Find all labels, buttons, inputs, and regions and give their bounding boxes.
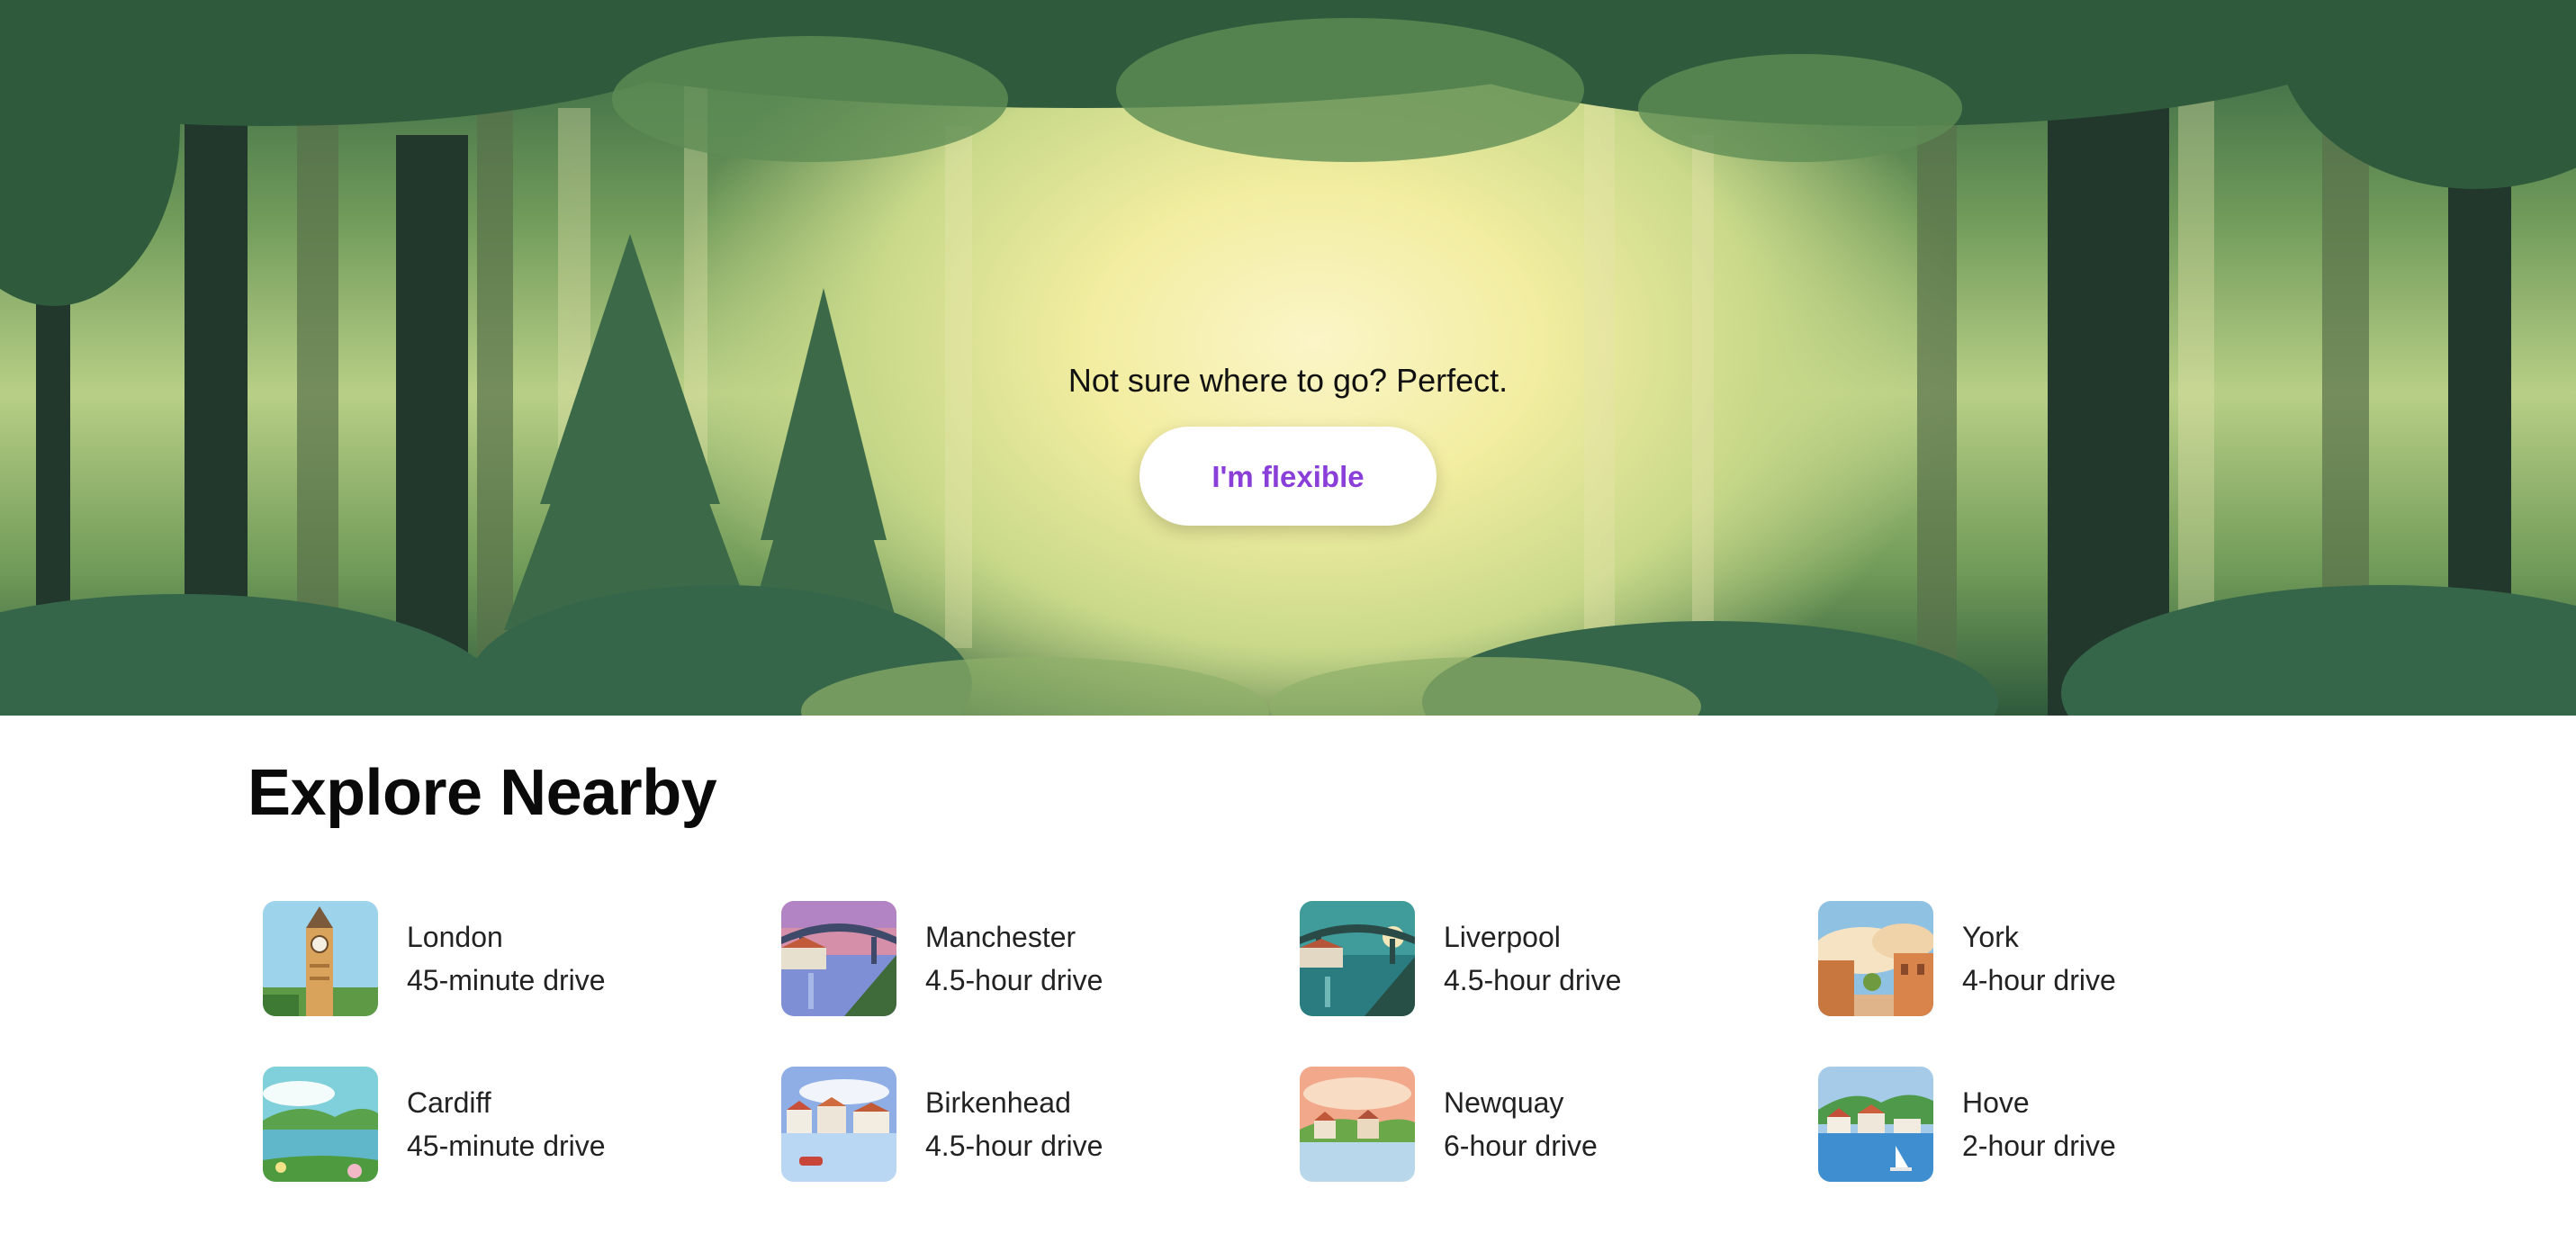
destination-text: Liverpool 4.5-hour drive [1444, 915, 1621, 1002]
big-ben-illustration [263, 901, 378, 1016]
destination-text: Birkenhead 4.5-hour drive [925, 1081, 1103, 1167]
destination-card[interactable]: Newquay 6-hour drive [1300, 1067, 1818, 1182]
destination-card[interactable]: Hove 2-hour drive [1818, 1067, 2337, 1182]
destination-city: Newquay [1444, 1086, 1564, 1119]
destination-drive-time: 6-hour drive [1444, 1130, 1598, 1162]
destination-text: Cardiff 45-minute drive [407, 1081, 606, 1167]
destination-city: Birkenhead [925, 1086, 1071, 1119]
bridge-river-illustration [781, 901, 896, 1016]
destination-drive-time: 4.5-hour drive [925, 964, 1103, 996]
seaside-sailboat-illustration [1818, 1067, 1933, 1182]
destination-city: Manchester [925, 921, 1076, 953]
destination-card[interactable]: London 45-minute drive [263, 901, 781, 1016]
destination-city: Hove [1962, 1086, 2030, 1119]
destination-drive-time: 2-hour drive [1962, 1130, 2116, 1162]
destination-drive-time: 4.5-hour drive [1444, 964, 1622, 996]
destination-drive-time: 45-minute drive [407, 964, 606, 996]
destination-card[interactable]: York 4-hour drive [1818, 901, 2337, 1016]
destination-text: York 4-hour drive [1962, 915, 2116, 1002]
destination-text: London 45-minute drive [407, 915, 606, 1002]
destination-drive-time: 4-hour drive [1962, 964, 2116, 996]
destination-city: London [407, 921, 503, 953]
destination-card[interactable]: Birkenhead 4.5-hour drive [781, 1067, 1300, 1182]
destination-text: Newquay 6-hour drive [1444, 1081, 1598, 1167]
hero-tagline: Not sure where to go? Perfect. [1067, 362, 1509, 399]
destination-card[interactable]: Liverpool 4.5-hour drive [1300, 901, 1818, 1016]
lake-hills-illustration [263, 1067, 378, 1182]
destination-city: York [1962, 921, 2019, 953]
destinations-grid: London 45-minute drive Manchester 4.5-ho… [263, 901, 2337, 1182]
destination-drive-time: 4.5-hour drive [925, 1130, 1103, 1162]
destination-text: Manchester 4.5-hour drive [925, 915, 1103, 1002]
destination-city: Cardiff [407, 1086, 491, 1119]
destination-card[interactable]: Manchester 4.5-hour drive [781, 901, 1300, 1016]
hero-banner: Not sure where to go? Perfect. I'm flexi… [0, 0, 2576, 716]
destination-city: Liverpool [1444, 921, 1561, 953]
old-town-illustration [1818, 901, 1933, 1016]
harbour-houses-illustration [781, 1067, 896, 1182]
coastal-village-illustration [1300, 1067, 1415, 1182]
im-flexible-button[interactable]: I'm flexible [1139, 427, 1437, 526]
destination-text: Hove 2-hour drive [1962, 1081, 2116, 1167]
destination-card[interactable]: Cardiff 45-minute drive [263, 1067, 781, 1182]
bridge-teal-river-illustration [1300, 901, 1415, 1016]
explore-nearby-heading: Explore Nearby [248, 757, 717, 829]
destination-drive-time: 45-minute drive [407, 1130, 606, 1162]
hero-content: Not sure where to go? Perfect. I'm flexi… [0, 358, 2576, 526]
